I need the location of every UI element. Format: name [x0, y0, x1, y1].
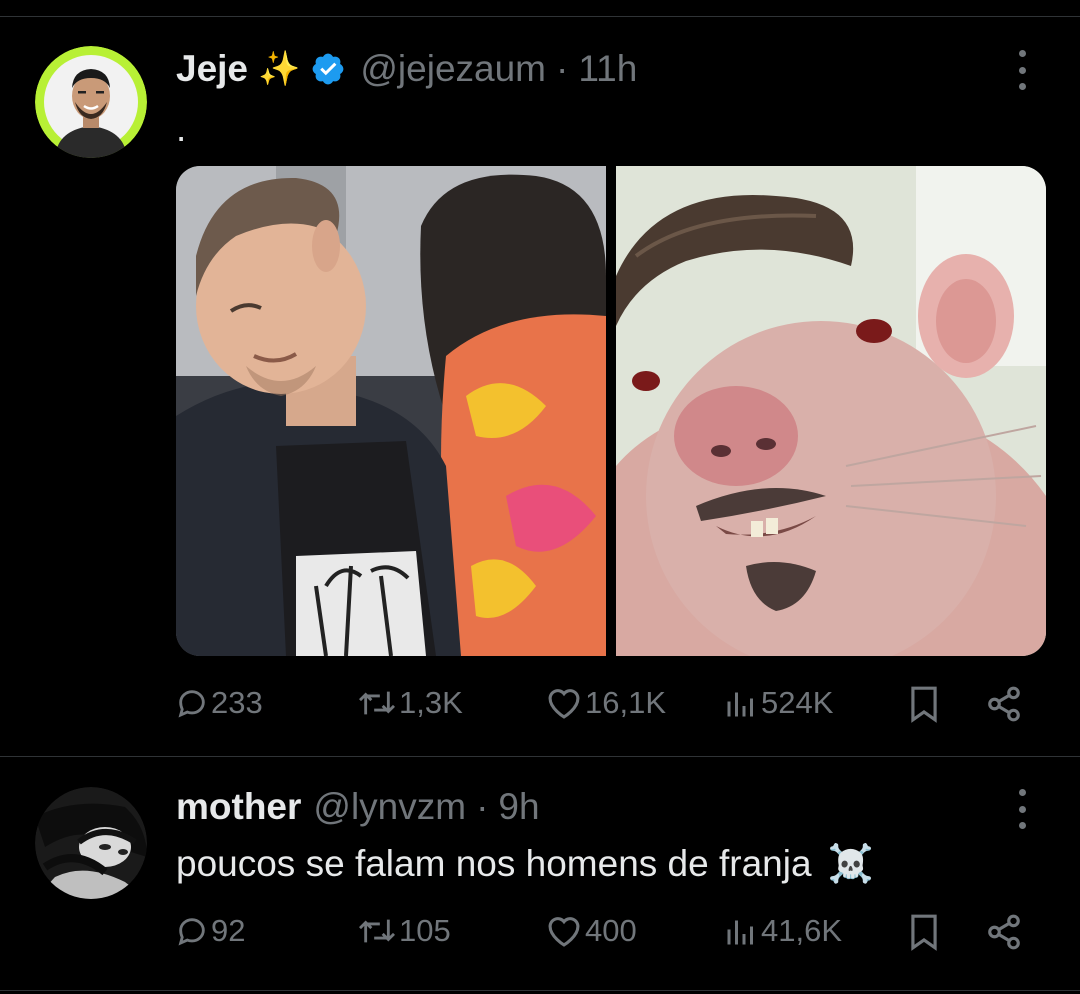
views-button[interactable]: 524K: [723, 685, 833, 721]
media-photo-right[interactable]: [616, 166, 1046, 656]
share-icon: [988, 686, 1020, 722]
retweet-button[interactable]: 1,3K: [357, 685, 463, 721]
tweet-text: .: [176, 108, 187, 149]
display-name[interactable]: Jeje: [176, 48, 248, 90]
like-button[interactable]: 16,1K: [545, 685, 666, 721]
tweet-media[interactable]: [176, 166, 1046, 656]
tweet-text: poucos se falam nos homens de franja ☠️: [176, 843, 874, 886]
sparkles-emoji: ✨: [258, 50, 301, 88]
heart-icon: [548, 689, 580, 719]
avatar-mother[interactable]: [35, 787, 147, 899]
heart-icon: [548, 917, 580, 947]
views-count: 41,6K: [761, 913, 843, 948]
share-button[interactable]: [985, 913, 1023, 951]
tweet-actions: 92 105 400 41,6K: [175, 913, 1030, 963]
more-options-icon[interactable]: [1012, 50, 1032, 90]
reply-count: 92: [211, 913, 246, 948]
reply-button[interactable]: 233: [175, 685, 263, 721]
views-icon: [727, 692, 753, 717]
tweet-actions: 233 1,3K 16,1K 524K: [175, 685, 1030, 735]
tweet-jeje[interactable]: Jeje ✨ @jejezaum · 11h . 233 1,3K 16,1K …: [0, 0, 1080, 756]
separator-dot: ·: [476, 786, 489, 827]
timestamp[interactable]: 11h: [578, 48, 637, 90]
reply-count: 233: [211, 685, 263, 720]
tweet-text-body: poucos se falam nos homens de franja: [176, 843, 812, 884]
bookmark-icon: [911, 686, 937, 723]
timestamp[interactable]: 9h: [498, 786, 539, 828]
bottom-divider: [0, 990, 1080, 991]
more-options-icon[interactable]: [1012, 789, 1032, 829]
like-count: 400: [585, 913, 637, 948]
verified-badge-icon: [310, 51, 346, 87]
media-photo-left[interactable]: [176, 166, 606, 656]
bookmark-icon: [911, 914, 937, 951]
bookmark-button[interactable]: [908, 685, 940, 723]
skull-crossbones-emoji: ☠️: [827, 843, 874, 884]
views-count: 524K: [761, 685, 834, 720]
user-handle[interactable]: @lynvzm: [313, 786, 466, 828]
display-name[interactable]: mother: [176, 786, 301, 828]
bookmark-button[interactable]: [908, 913, 940, 951]
retweet-icon: [358, 919, 396, 943]
reply-icon: [178, 918, 205, 946]
user-handle[interactable]: @jejezaum: [360, 48, 546, 90]
reply-icon: [178, 690, 205, 718]
avatar-jeje[interactable]: [35, 46, 147, 158]
retweet-count: 105: [399, 913, 451, 948]
tweet-mother[interactable]: mother @lynvzm · 9h poucos se falam nos …: [0, 757, 1080, 994]
retweet-icon: [358, 691, 396, 715]
retweet-count: 1,3K: [399, 685, 463, 720]
views-icon: [727, 920, 753, 945]
separator-dot: ·: [556, 48, 569, 89]
tweet-header: mother @lynvzm · 9h: [176, 784, 540, 830]
retweet-button[interactable]: 105: [357, 913, 451, 949]
share-button[interactable]: [985, 685, 1023, 723]
views-button[interactable]: 41,6K: [723, 913, 842, 949]
like-button[interactable]: 400: [545, 913, 637, 949]
like-count: 16,1K: [585, 685, 667, 720]
reply-button[interactable]: 92: [175, 913, 245, 949]
share-icon: [988, 914, 1020, 950]
tweet-header: Jeje ✨ @jejezaum · 11h: [176, 46, 637, 92]
